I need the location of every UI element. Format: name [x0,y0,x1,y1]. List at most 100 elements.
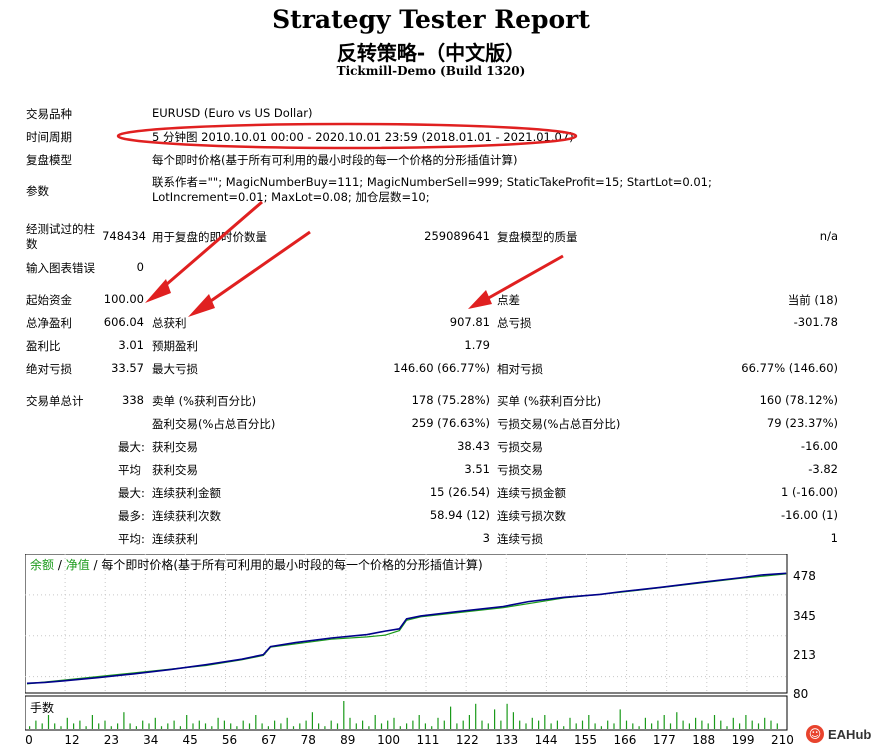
volume-bar [707,723,709,729]
svg-text:余额 / 净值 / 每个即时价格(基于所有可利用的最小时段的: 余额 / 净值 / 每个即时价格(基于所有可利用的最小时段的每一个价格的分形插值… [30,557,483,572]
ticks-value: 259089641 [424,229,490,243]
legend-sep-1: / [54,558,66,572]
x-tick-label: 133 [495,733,519,747]
stats-label-1: 盈利比 [26,339,61,353]
volume-bar [230,723,232,729]
volume-bar [651,723,653,729]
trades-value-3: 79 (23.37%) [766,416,838,430]
x-tick-label: 122 [455,733,479,747]
volume-bar [669,723,672,729]
volume-bar [362,720,364,729]
trades-label-3: 买单 (%获利百分比) [497,394,602,408]
volume-bar [380,723,383,729]
x-tick-label: 188 [692,733,716,747]
volume-bar [248,723,251,729]
trades-value-3: -16.00 [800,439,838,453]
trades-value-2: 3.51 [464,462,490,476]
x-tick-label: 56 [221,733,238,747]
volume-bar [41,723,43,729]
volume-bar [424,723,426,729]
stats-value-2: 146.60 (66.77%) [393,361,490,375]
trades-label-2: 盈利交易(%占总百分比) [152,417,276,431]
x-tick-label: 45 [182,733,198,747]
volume-bar [720,720,722,729]
trades-label-2: 连续获利 [152,532,198,546]
volume-bar [286,717,288,729]
volume-bar [519,720,521,729]
volume-bar [261,723,263,729]
volume-bar [368,726,370,729]
volume-bar [299,723,301,729]
eahub-logo-text: EAHub [828,726,872,742]
trades-label-2: 获利交易 [152,463,198,477]
x-tick-label: 23 [103,733,119,747]
volume-bar [142,720,144,729]
trades-label-1: 交易单总计 [26,394,84,408]
volume-bar [305,720,307,729]
volume-bar [343,701,345,729]
volume-bar [211,726,213,729]
volume-bar [487,723,489,729]
volume-bar [475,703,477,729]
volume-bar [531,717,533,729]
period-label: 时间周期 [26,130,72,144]
trades-label-1: 最大: [118,440,145,454]
volume-bar [217,717,219,729]
volume-bar [123,712,125,729]
trades-label-1: 最大: [118,486,145,500]
volume-bar [355,723,357,729]
bars-value: 748434 [102,229,146,243]
params-value: 联系作者=""; MagicNumberBuy=111; MagicNumber… [152,175,712,204]
trades-label-3: 连续亏损次数 [497,509,566,523]
volume-bar [186,715,188,729]
report-title: Strategy Tester Report [272,5,590,34]
volume-bar [506,703,508,729]
trades-value-3: -16.00 (1) [780,508,838,522]
model-value: 每个即时价格(基于所有可利用的最小时段的每一个价格的分形插值计算) [152,153,518,167]
volume-bar [644,717,646,729]
volume-bar [104,720,106,729]
volume-bar [563,726,565,729]
volume-bar [192,723,194,729]
report-server: Tickmill-Demo (Build 1320) [336,64,526,78]
eahub-logo-icon: ☺ [806,725,824,743]
volume-bar [600,726,602,729]
trades-value-3: -3.82 [808,462,838,476]
volume-bar [581,720,584,729]
x-tick-label: 100 [377,733,400,747]
trades-label-3: 连续亏损金额 [497,486,566,500]
stats-label-1: 总净盈利 [26,316,72,330]
trades-value-2: 58.94 (12) [429,508,490,522]
volume-bar [676,712,678,729]
trades-value-2: 178 (75.28%) [411,393,490,407]
stats-value-1: 33.57 [111,361,144,375]
volume-bar [47,715,50,729]
volume-bar [154,717,156,729]
volume-bar [500,720,502,729]
balance-chart: 478 345 213 80 余额 / 净值 / 每个即时价格(基于所有可利用的最小时… [25,554,816,731]
stats-value-3: 当前 (18) [787,293,838,307]
arrow-icon-1 [145,200,263,303]
volume-bar [204,723,207,729]
trades-label-3: 亏损交易(%占总百分比) [497,417,621,431]
volume-bar [525,723,527,729]
trades-label-2: 连续获利次数 [152,509,221,523]
x-tick-label: 0 [25,733,33,747]
volume-bar [770,720,772,729]
volume-bar [594,723,596,729]
volume-bar [179,726,181,729]
volume-bar [412,720,414,729]
y-tick-labels: 478 345 213 80 [793,569,816,701]
stats-label-3: 相对亏损 [497,362,543,376]
volume-bar [110,726,112,729]
volume-bar [236,726,238,729]
legend-equity: 净值 [66,557,90,572]
volume-bar [399,726,401,729]
trades-label-2: 卖单 (%获利百分比) [152,394,257,408]
volume-bar [481,720,483,729]
stats-value-1: 3.01 [118,338,144,352]
stats-label-1: 绝对亏损 [26,362,72,376]
trades-value-3: 160 (78.12%) [759,393,838,407]
volume-bar [198,720,200,729]
volume-bar [148,723,150,729]
